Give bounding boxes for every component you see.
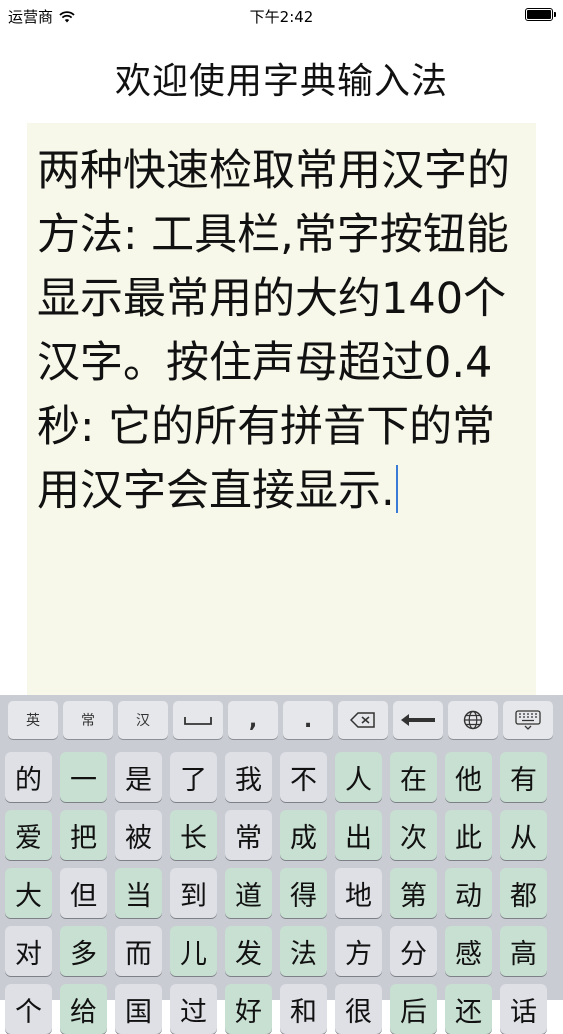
status-bar: 运营商 下午2:42 bbox=[0, 0, 563, 30]
battery-icon bbox=[525, 8, 556, 21]
char-key[interactable]: 法 bbox=[280, 926, 327, 976]
char-key[interactable]: 国 bbox=[115, 984, 162, 1034]
char-key[interactable]: 我 bbox=[225, 752, 272, 802]
char-key[interactable]: 对 bbox=[5, 926, 52, 976]
char-key[interactable]: 儿 bbox=[170, 926, 217, 976]
char-key[interactable]: 了 bbox=[170, 752, 217, 802]
text-editor[interactable]: 两种快速检取常用汉字的方法: 工具栏,常字按钮能显示最常用的大约140个汉字。按… bbox=[27, 123, 536, 695]
common-chars-button[interactable]: 常 bbox=[63, 701, 113, 739]
hide-keyboard-button[interactable] bbox=[503, 701, 553, 739]
char-key[interactable]: 个 bbox=[5, 984, 52, 1034]
char-key[interactable]: 话 bbox=[500, 984, 547, 1034]
char-key[interactable]: 得 bbox=[280, 868, 327, 918]
space-button[interactable] bbox=[173, 701, 223, 739]
char-key[interactable]: 还 bbox=[445, 984, 492, 1034]
char-key[interactable]: 的 bbox=[5, 752, 52, 802]
char-key[interactable]: 过 bbox=[170, 984, 217, 1034]
char-key[interactable]: 不 bbox=[280, 752, 327, 802]
char-key[interactable]: 一 bbox=[60, 752, 107, 802]
char-key[interactable]: 爱 bbox=[5, 810, 52, 860]
period-button[interactable]: . bbox=[283, 701, 333, 739]
char-key[interactable]: 被 bbox=[115, 810, 162, 860]
char-key[interactable]: 当 bbox=[115, 868, 162, 918]
char-key[interactable]: 好 bbox=[225, 984, 272, 1034]
char-key[interactable]: 是 bbox=[115, 752, 162, 802]
globe-icon bbox=[463, 710, 483, 730]
char-key[interactable]: 长 bbox=[170, 810, 217, 860]
return-arrow-icon bbox=[401, 714, 435, 726]
page-title: 欢迎使用字典输入法 bbox=[114, 61, 448, 102]
char-key[interactable]: 后 bbox=[390, 984, 437, 1034]
char-key[interactable]: 次 bbox=[390, 810, 437, 860]
char-key[interactable]: 和 bbox=[280, 984, 327, 1034]
char-key[interactable]: 常 bbox=[225, 810, 272, 860]
char-key[interactable]: 他 bbox=[445, 752, 492, 802]
keyboard: 英 常 汉 , . 的一是了我不人在他有爱把被长常成出次此从大但当到道得地第动都… bbox=[0, 695, 563, 1034]
char-key[interactable]: 分 bbox=[390, 926, 437, 976]
return-button[interactable] bbox=[393, 701, 443, 739]
char-key[interactable]: 人 bbox=[335, 752, 382, 802]
char-key[interactable]: 感 bbox=[445, 926, 492, 976]
comma-button[interactable]: , bbox=[228, 701, 278, 739]
char-key[interactable]: 但 bbox=[60, 868, 107, 918]
char-key[interactable]: 成 bbox=[280, 810, 327, 860]
backspace-icon bbox=[350, 712, 375, 728]
char-key[interactable]: 高 bbox=[500, 926, 547, 976]
globe-button[interactable] bbox=[448, 701, 498, 739]
char-key[interactable]: 把 bbox=[60, 810, 107, 860]
char-key[interactable]: 在 bbox=[390, 752, 437, 802]
char-key[interactable]: 多 bbox=[60, 926, 107, 976]
char-key[interactable]: 很 bbox=[335, 984, 382, 1034]
char-key[interactable]: 大 bbox=[5, 868, 52, 918]
char-key[interactable]: 动 bbox=[445, 868, 492, 918]
char-key[interactable]: 给 bbox=[60, 984, 107, 1034]
char-key[interactable]: 第 bbox=[390, 868, 437, 918]
char-key[interactable]: 此 bbox=[445, 810, 492, 860]
char-key[interactable]: 出 bbox=[335, 810, 382, 860]
char-key[interactable]: 都 bbox=[500, 868, 547, 918]
status-time: 下午2:42 bbox=[249, 8, 314, 26]
editor-text: 两种快速检取常用汉字的方法: 工具栏,常字按钮能显示最常用的大约140个汉字。按… bbox=[37, 146, 510, 516]
char-key[interactable]: 有 bbox=[500, 752, 547, 802]
english-mode-button[interactable]: 英 bbox=[8, 701, 58, 739]
char-key[interactable]: 方 bbox=[335, 926, 382, 976]
keyboard-hide-icon bbox=[515, 710, 541, 730]
char-key[interactable]: 到 bbox=[170, 868, 217, 918]
text-cursor bbox=[395, 465, 398, 513]
char-key[interactable]: 而 bbox=[115, 926, 162, 976]
char-key[interactable]: 道 bbox=[225, 868, 272, 918]
space-icon bbox=[184, 717, 212, 725]
char-key[interactable]: 从 bbox=[500, 810, 547, 860]
keyboard-toolbar: 英 常 汉 , . bbox=[0, 701, 563, 741]
char-key[interactable]: 地 bbox=[335, 868, 382, 918]
chinese-mode-button[interactable]: 汉 bbox=[118, 701, 168, 739]
char-key[interactable]: 发 bbox=[225, 926, 272, 976]
delete-button[interactable] bbox=[338, 701, 388, 739]
